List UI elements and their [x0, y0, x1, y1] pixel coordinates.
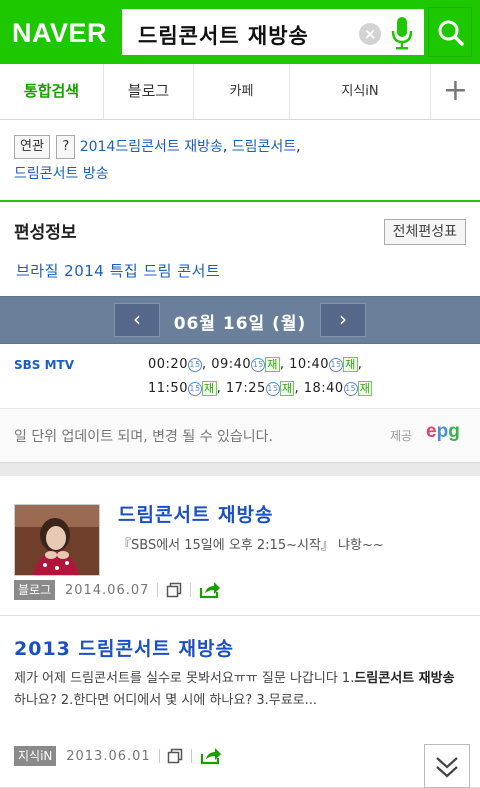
- search-button[interactable]: [428, 7, 472, 57]
- search-result: 2013 드림콘서트 재방송 제가 어제 드림콘서트를 실수로 못봐서요ㅠㅠ 질…: [0, 616, 480, 788]
- air-time: 10:40: [289, 357, 330, 372]
- provider-label: 제공: [390, 429, 413, 443]
- prev-date-button[interactable]: ‹: [114, 303, 160, 337]
- result-date: 2014.06.07: [64, 582, 150, 598]
- schedule-title: 편성정보: [14, 223, 77, 243]
- channel-name[interactable]: SBS MTV: [14, 358, 74, 372]
- full-schedule-button[interactable]: 전체편성표: [383, 219, 466, 245]
- related-searches: 연관 ? 2014드림콘서트 재방송, 드림콘서트, 드림콘서트 방송: [0, 120, 480, 202]
- broadcast-times: SBS MTV 00:2015, 09:4015 재, 10:4015 재, 11:…: [0, 344, 480, 408]
- result-snippet: 제가 어제 드림콘서트를 실수로 못봐서요ㅠㅠ 질문 나갑니다 1.드림콘서트 …: [14, 671, 455, 708]
- chevron-right-icon: ›: [339, 307, 347, 331]
- tab-knowledge-in[interactable]: 지식iN: [290, 64, 430, 119]
- photo-image: [15, 505, 99, 575]
- age-rating-icon: 15: [265, 382, 280, 396]
- rerun-badge: 재: [357, 381, 373, 396]
- age-rating-icon: 15: [251, 358, 266, 372]
- result-title[interactable]: 드림콘서트 재방송: [118, 500, 273, 527]
- section-divider: [0, 462, 480, 476]
- search-tabs: 통합검색 블로그 카페 지식iN +: [0, 64, 480, 120]
- tab-more-button[interactable]: +: [430, 64, 480, 119]
- search-box[interactable]: 드림콘서트 재방송 ×: [120, 7, 426, 57]
- result-snippet: 『SBS에서 15일에 오후 2:15~시작』 냐항~~: [118, 538, 384, 553]
- related-label: 연관: [14, 135, 50, 159]
- epg-logo: epgepg: [426, 421, 460, 442]
- rerun-badge: 재: [279, 381, 295, 396]
- air-time: 18:40: [303, 381, 344, 396]
- air-time: 17:25: [225, 381, 266, 396]
- air-time: 00:20: [148, 357, 188, 372]
- rerun-badge: 재: [343, 357, 358, 372]
- tab-integrated-search[interactable]: 통합검색: [0, 64, 104, 119]
- related-link[interactable]: 드림콘서트 방송: [14, 166, 109, 182]
- next-date-button[interactable]: ›: [320, 303, 366, 337]
- result-title[interactable]: 2013 드림콘서트 재방송: [14, 634, 234, 661]
- related-help-button[interactable]: ?: [56, 135, 76, 159]
- age-rating-icon: 15: [329, 358, 344, 372]
- time-row: 11:5015 재, 17:2515 재, 18:4015 재: [148, 381, 373, 396]
- schedule-header: 편성정보 전체편성표: [0, 202, 480, 254]
- date-bar: ‹ 06월 16일 (월) ›: [0, 296, 480, 344]
- chevron-left-icon: ‹: [133, 307, 141, 331]
- search-input[interactable]: 드림콘서트 재방송: [138, 20, 309, 50]
- result-meta: 지식iN 2013.06.01: [14, 746, 222, 768]
- result-thumbnail[interactable]: [14, 504, 100, 576]
- scroll-down-button[interactable]: [424, 744, 470, 788]
- update-notice: 일 단위 업데이트 되며, 변경 될 수 있습니다. 제공 epgepg: [0, 408, 480, 462]
- time-row: 00:2015, 09:4015 재, 10:4015 재,: [148, 357, 363, 372]
- search-icon: [438, 20, 464, 46]
- copy-icon[interactable]: [167, 748, 183, 764]
- source-badge: 지식iN: [14, 746, 57, 766]
- search-result: 드림콘서트 재방송 『SBS에서 15일에 오후 2:15~시작』 냐항~~ 블…: [0, 476, 480, 616]
- naver-logo[interactable]: NAVER: [12, 18, 107, 49]
- air-time: 09:40: [211, 357, 252, 372]
- tab-blog[interactable]: 블로그: [104, 64, 194, 119]
- share-icon[interactable]: [199, 581, 221, 599]
- schedule-date: 06월 16일 (월): [173, 314, 307, 334]
- result-meta: 블로그 2014.06.07: [14, 580, 221, 602]
- share-icon[interactable]: [200, 747, 222, 765]
- clear-icon[interactable]: ×: [359, 23, 381, 45]
- source-badge: 블로그: [14, 580, 56, 600]
- air-time: 11:50: [148, 381, 188, 396]
- double-chevron-down-icon: [436, 757, 458, 778]
- age-rating-icon: 15: [187, 382, 202, 396]
- result-date: 2013.06.01: [66, 748, 151, 764]
- rerun-badge: 재: [201, 381, 217, 396]
- age-rating-icon: 15: [187, 358, 202, 372]
- related-link[interactable]: 2014드림콘서트 재방송: [80, 139, 223, 155]
- rerun-badge: 재: [265, 357, 280, 372]
- related-link[interactable]: 드림콘서트: [232, 139, 296, 155]
- copy-icon[interactable]: [166, 582, 182, 598]
- header: NAVER 드림콘서트 재방송 ×: [0, 0, 480, 64]
- microphone-icon[interactable]: [390, 15, 414, 51]
- tab-cafe[interactable]: 카페: [194, 64, 290, 119]
- age-rating-icon: 15: [343, 382, 358, 396]
- program-title[interactable]: 브라질 2014 특집 드림 콘서트: [0, 254, 480, 296]
- notice-text: 일 단위 업데이트 되며, 변경 될 수 있습니다.: [14, 429, 274, 445]
